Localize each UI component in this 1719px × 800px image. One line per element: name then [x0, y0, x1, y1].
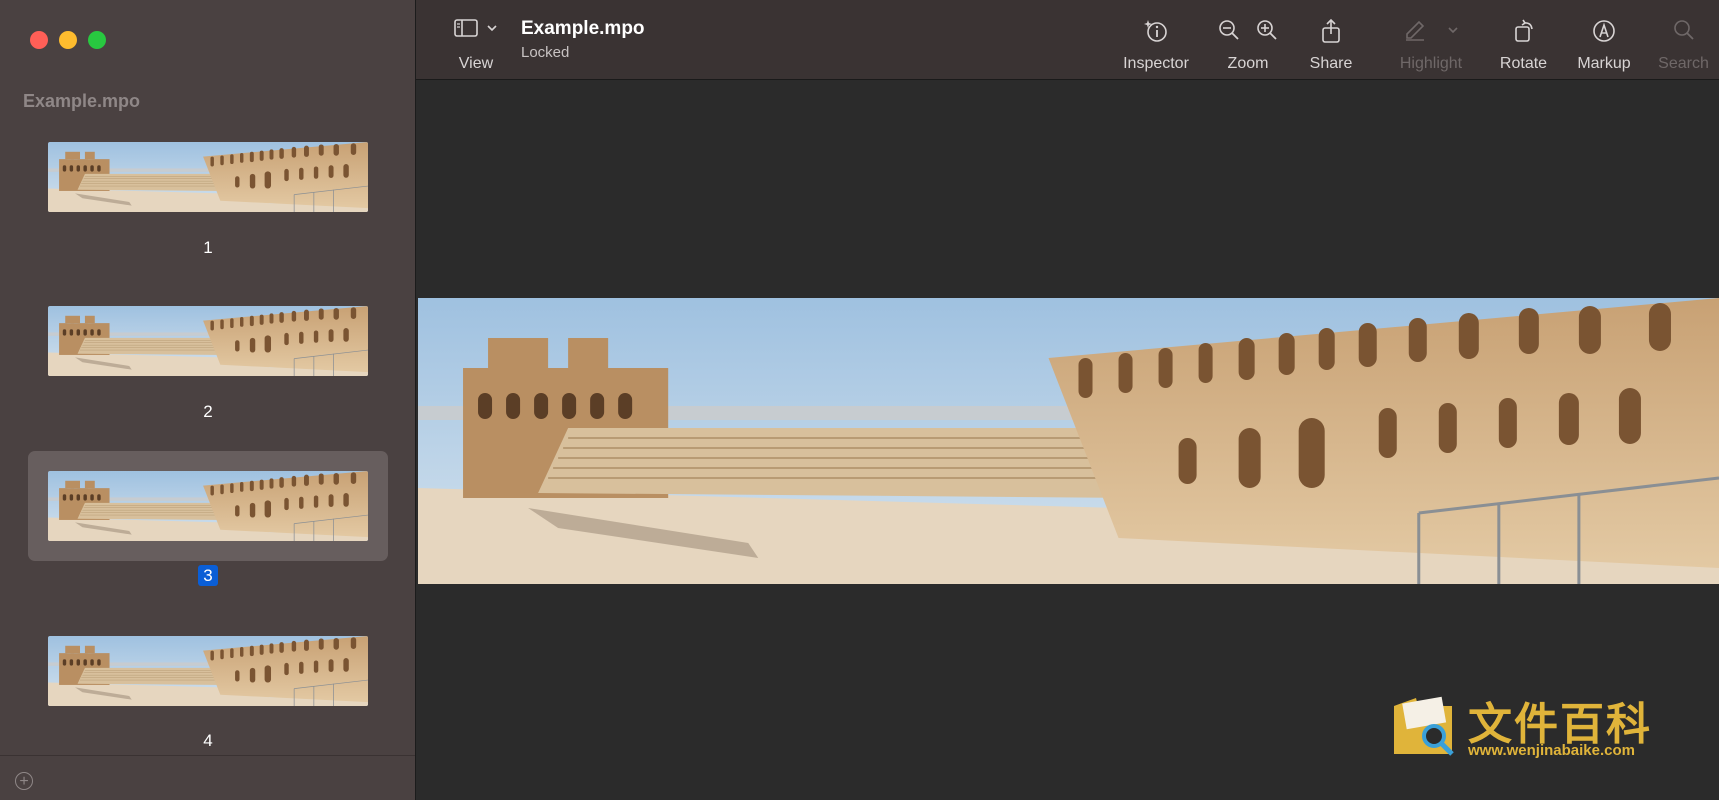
watermark: 文件百科 www.wenjinabaike.com — [1390, 688, 1660, 762]
chevron-down-icon — [487, 25, 497, 32]
maximize-window-button[interactable] — [88, 31, 106, 49]
sidebar-divider — [0, 755, 415, 756]
sidebar: Example.mpo 1 2 3 4 + — [0, 0, 416, 800]
rotate-label: Rotate — [1499, 55, 1548, 72]
search-button[interactable]: Search — [1641, 0, 1719, 79]
highlight-button[interactable]: Highlight — [1381, 0, 1481, 79]
preview-window: Example.mpo 1 2 3 4 + View Example.mpo L… — [0, 0, 1719, 800]
page-label-3: 3 — [0, 565, 416, 586]
panorama-image — [418, 298, 1719, 584]
page-label-2: 2 — [203, 402, 213, 421]
highlight-label: Highlight — [1399, 55, 1463, 72]
sidebar-icon — [454, 19, 478, 37]
page-label-1: 1 — [203, 238, 213, 257]
rotate-icon — [1514, 19, 1533, 42]
sidebar-title: Example.mpo — [23, 91, 141, 111]
thumbnail-image — [48, 142, 368, 212]
zoom-in-icon[interactable] — [1255, 18, 1279, 42]
minimize-window-button[interactable] — [59, 31, 77, 49]
toolbar: View Example.mpo Locked Inspector Zoom S… — [416, 0, 1719, 80]
traffic-lights — [30, 31, 106, 49]
zoom-label: Zoom — [1227, 55, 1269, 72]
document-status: Locked — [521, 44, 570, 61]
markup-label: Markup — [1577, 55, 1631, 72]
info-sparkle-icon — [1144, 20, 1167, 42]
markup-pen-icon — [1593, 20, 1615, 42]
page-thumbnail-3[interactable] — [48, 471, 368, 541]
close-window-button[interactable] — [30, 31, 48, 49]
view-button[interactable]: View — [446, 0, 506, 79]
zoom-out-icon[interactable] — [1217, 18, 1241, 42]
page-thumbnail-1[interactable] — [48, 142, 368, 212]
plus-circle-icon[interactable]: + — [15, 772, 33, 790]
page-label-4: 4 — [203, 731, 213, 750]
folder-search-icon — [1394, 696, 1454, 756]
zoom-button-group[interactable]: Zoom — [1208, 0, 1288, 79]
main-image — [418, 298, 1719, 584]
page-thumbnail-2[interactable] — [48, 306, 368, 376]
chevron-down-icon — [1448, 27, 1458, 34]
view-label: View — [458, 55, 494, 72]
search-label: Search — [1658, 55, 1709, 72]
search-icon — [1673, 20, 1694, 40]
thumbnail-image — [48, 471, 368, 541]
document-title: Example.mpo — [521, 18, 645, 39]
highlighter-icon — [1406, 20, 1425, 41]
inspector-label: Inspector — [1123, 55, 1189, 72]
rotate-button[interactable]: Rotate — [1486, 0, 1561, 79]
share-label: Share — [1309, 55, 1353, 72]
share-button[interactable]: Share — [1296, 0, 1366, 79]
thumbnail-image — [48, 636, 368, 706]
page-thumbnail-4[interactable] — [48, 636, 368, 706]
markup-button[interactable]: Markup — [1564, 0, 1644, 79]
watermark-url: www.wenjinabaike.com — [1468, 742, 1635, 759]
inspector-button[interactable]: Inspector — [1111, 0, 1201, 79]
thumbnail-image — [48, 306, 368, 376]
share-icon — [1322, 18, 1340, 43]
